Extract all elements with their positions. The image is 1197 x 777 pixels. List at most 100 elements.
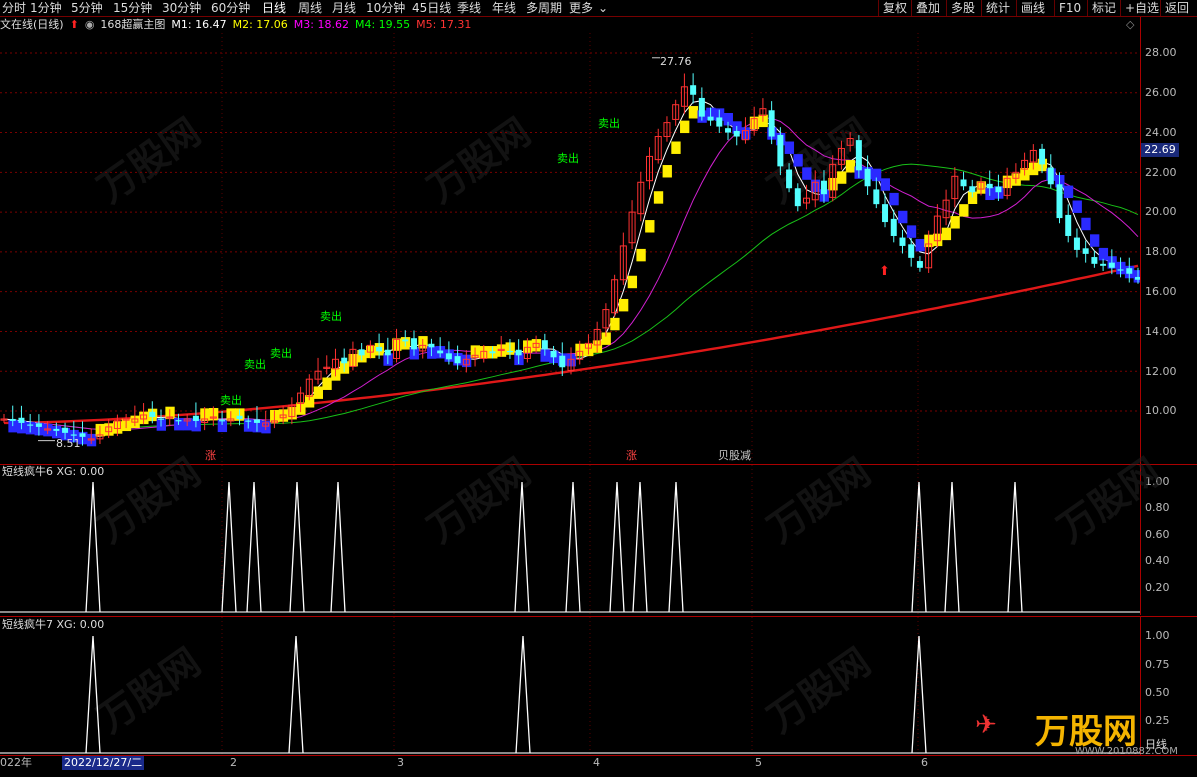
- sub2-signal-spike: [515, 635, 531, 754]
- period-tab-quarterly[interactable]: 季线: [457, 0, 481, 16]
- event-label: 贝股减: [718, 449, 751, 462]
- trend-ribbon-block: [898, 210, 908, 224]
- draw-line-button[interactable]: 画线: [1016, 0, 1049, 16]
- candlestick-chart[interactable]: [0, 33, 1140, 464]
- trend-ribbon-block: [680, 120, 690, 134]
- candle-body: [1100, 263, 1107, 266]
- price-tick: 14.00: [1145, 325, 1177, 338]
- candle-body: [27, 424, 34, 426]
- f10-button[interactable]: F10: [1054, 0, 1085, 16]
- sell-signal: 卖出: [270, 347, 292, 360]
- indicator-name[interactable]: 168超赢主图: [100, 18, 165, 31]
- sub1-signal-spike: [668, 481, 684, 613]
- candle-body: [1039, 148, 1046, 165]
- candle-body: [733, 130, 740, 137]
- settings-icon[interactable]: ◉: [85, 18, 95, 31]
- candle-body: [376, 346, 383, 352]
- period-tab-5min[interactable]: 5分钟: [71, 0, 103, 16]
- sub2-tick: 1.00: [1145, 629, 1170, 642]
- trend-ribbon-block: [618, 298, 629, 312]
- period-tab-45day[interactable]: 45日线: [412, 0, 451, 16]
- candle-body: [175, 420, 182, 422]
- sub2-signal-spike: [911, 635, 927, 754]
- trend-ribbon-block: [1098, 247, 1109, 261]
- back-button[interactable]: 返回: [1160, 0, 1193, 16]
- period-tab-monthly[interactable]: 月线: [332, 0, 356, 16]
- candle-body: [786, 169, 793, 189]
- event-label: 涨: [626, 449, 637, 462]
- candle-body: [890, 218, 897, 236]
- candle-body: [9, 418, 16, 421]
- event-label: 涨: [205, 449, 216, 462]
- candle-body: [402, 339, 409, 342]
- candle-body: [454, 356, 461, 364]
- candle-body: [70, 434, 77, 436]
- price-tick: 12.00: [1145, 365, 1177, 378]
- period-toolbar: 分时 1分钟 5分钟 15分钟 30分钟 60分钟 日线 周线 月线 10分钟 …: [0, 0, 1197, 17]
- period-tab-intraday[interactable]: 分时: [2, 0, 26, 16]
- date-label: 3: [397, 756, 404, 769]
- brand-logo: ✈ 万股网 WWW.2010882.COM: [975, 700, 1178, 760]
- ma-m5: M5: 17.31: [416, 18, 472, 31]
- date-label: 4: [593, 756, 600, 769]
- period-tab-yearly[interactable]: 年线: [492, 0, 516, 16]
- trend-ribbon-block: [837, 171, 847, 184]
- candle-body: [777, 134, 784, 167]
- multi-stock-button[interactable]: 多股: [946, 0, 979, 16]
- trend-ribbon-block: [645, 220, 655, 233]
- price-tick: 10.00: [1145, 404, 1177, 417]
- ma-m2: M2: 17.06: [232, 18, 288, 31]
- candle-body: [245, 420, 252, 422]
- statistics-button[interactable]: 统计: [981, 0, 1014, 16]
- trend-ribbon-block: [915, 238, 925, 252]
- trend-ribbon-block: [610, 317, 620, 331]
- trend-ribbon-block: [950, 216, 960, 229]
- sub1-tick: 0.20: [1145, 581, 1170, 594]
- sub2-signal-spike: [85, 635, 101, 754]
- period-tab-10min[interactable]: 10分钟: [366, 0, 405, 16]
- period-tab-60min[interactable]: 60分钟: [211, 0, 250, 16]
- trend-ribbon-block: [653, 191, 664, 204]
- period-tab-daily[interactable]: 日线: [262, 0, 286, 16]
- period-tab-weekly[interactable]: 周线: [298, 0, 322, 16]
- rocket-icon: ✈: [975, 710, 997, 740]
- trend-ribbon-block: [1063, 185, 1074, 199]
- candle-body: [158, 418, 165, 420]
- price-tick: 20.00: [1145, 205, 1177, 218]
- candle-body: [986, 183, 993, 189]
- adjust-button[interactable]: 复权: [878, 0, 911, 16]
- trend-ribbon-block: [784, 141, 795, 154]
- candle-body: [768, 110, 775, 137]
- candle-body: [960, 179, 967, 187]
- trend-ribbon-block: [688, 106, 699, 119]
- trend-ribbon-block: [671, 141, 681, 154]
- price-tick: 16.00: [1145, 285, 1177, 298]
- period-tab-more[interactable]: 更多: [569, 0, 593, 16]
- candle-body: [149, 411, 156, 417]
- sub2-signal-chart: [0, 617, 1140, 754]
- mark-button[interactable]: 标记: [1087, 0, 1120, 16]
- overlay-button[interactable]: 叠加: [911, 0, 944, 16]
- sub1-signal-spike: [1007, 481, 1023, 613]
- candle-body: [541, 340, 548, 350]
- sub1-signal-spike: [330, 481, 346, 613]
- period-tab-30min[interactable]: 30分钟: [162, 0, 201, 16]
- trend-ribbon-block: [906, 225, 917, 238]
- sub1-tick: 0.80: [1145, 501, 1170, 514]
- candle-body: [916, 261, 923, 268]
- add-favorite-button[interactable]: +自选: [1120, 0, 1163, 16]
- candle-body: [969, 186, 976, 193]
- sub1-tick: 0.60: [1145, 528, 1170, 541]
- candle-body: [725, 128, 732, 133]
- chevron-down-icon[interactable]: ⌄: [598, 0, 608, 16]
- sub1-signal-spike: [944, 481, 960, 613]
- price-tick: 28.00: [1145, 46, 1177, 59]
- period-tab-15min[interactable]: 15分钟: [113, 0, 152, 16]
- trend-ribbon-block: [959, 204, 969, 217]
- diamond-icon[interactable]: ◇: [1126, 18, 1134, 31]
- candle-body: [690, 85, 697, 95]
- indicator-info-line: 文在线(日线) ⬆ ◉ 168超赢主图 M1: 16.47 M2: 17.06 M3: 18…: [0, 17, 1140, 33]
- stock-title: 文在线(日线): [0, 18, 64, 31]
- period-tab-multi[interactable]: 多周期: [526, 0, 562, 16]
- period-tab-1min[interactable]: 1分钟: [30, 0, 62, 16]
